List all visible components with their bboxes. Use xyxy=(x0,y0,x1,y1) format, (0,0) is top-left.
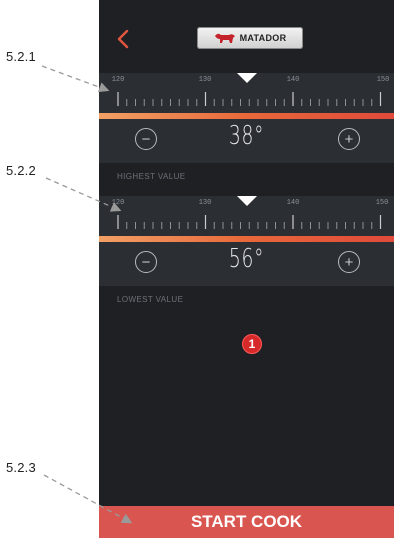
ruler-label: 120 xyxy=(111,199,125,207)
app-screen: MATADOR 120 130 140 150 − 38° + HIGHEST … xyxy=(99,0,394,538)
ruler-label: 120 xyxy=(111,76,125,84)
highest-temperature-ruler[interactable]: 120 130 140 150 xyxy=(99,73,394,113)
lowest-value-control: − 56° + xyxy=(99,242,394,286)
callout-label-5-2-2: 5.2.2 xyxy=(6,163,36,178)
highest-value-control: − 38° + xyxy=(99,119,394,163)
ruler-pointer-icon xyxy=(236,73,257,83)
lowest-temperature-ruler[interactable]: 120 130 140 150 xyxy=(99,196,394,236)
start-cook-button[interactable]: START COOK xyxy=(99,506,394,538)
lowest-value-display: 56° xyxy=(228,244,265,274)
ruler-label: 130 xyxy=(198,76,212,84)
matador-logo: MATADOR xyxy=(197,27,303,49)
ruler-label: 150 xyxy=(376,76,390,84)
highest-increase-button[interactable]: + xyxy=(338,128,360,150)
callout-arrow-5-2-1 xyxy=(41,65,110,93)
top-bar: MATADOR xyxy=(99,0,394,72)
ruler-label: 130 xyxy=(198,199,212,207)
ruler-label: 140 xyxy=(286,199,300,207)
callout-label-5-2-1: 5.2.1 xyxy=(6,49,36,64)
callout-label-5-2-3: 5.2.3 xyxy=(6,460,36,475)
ruler-pointer-icon xyxy=(236,196,257,206)
chevron-left-icon xyxy=(117,29,129,49)
lowest-increase-button[interactable]: + xyxy=(338,251,360,273)
ruler-label: 150 xyxy=(375,199,389,207)
ruler-label: 140 xyxy=(286,76,300,84)
highest-value-caption: HIGHEST VALUE xyxy=(117,172,186,181)
lowest-value-caption: LOWEST VALUE xyxy=(117,295,184,304)
highest-value-display: 38° xyxy=(228,121,265,151)
bull-icon xyxy=(214,33,235,43)
logo-text: MATADOR xyxy=(239,33,287,43)
step-number-badge: 1 xyxy=(242,334,262,354)
back-button[interactable] xyxy=(109,24,137,54)
